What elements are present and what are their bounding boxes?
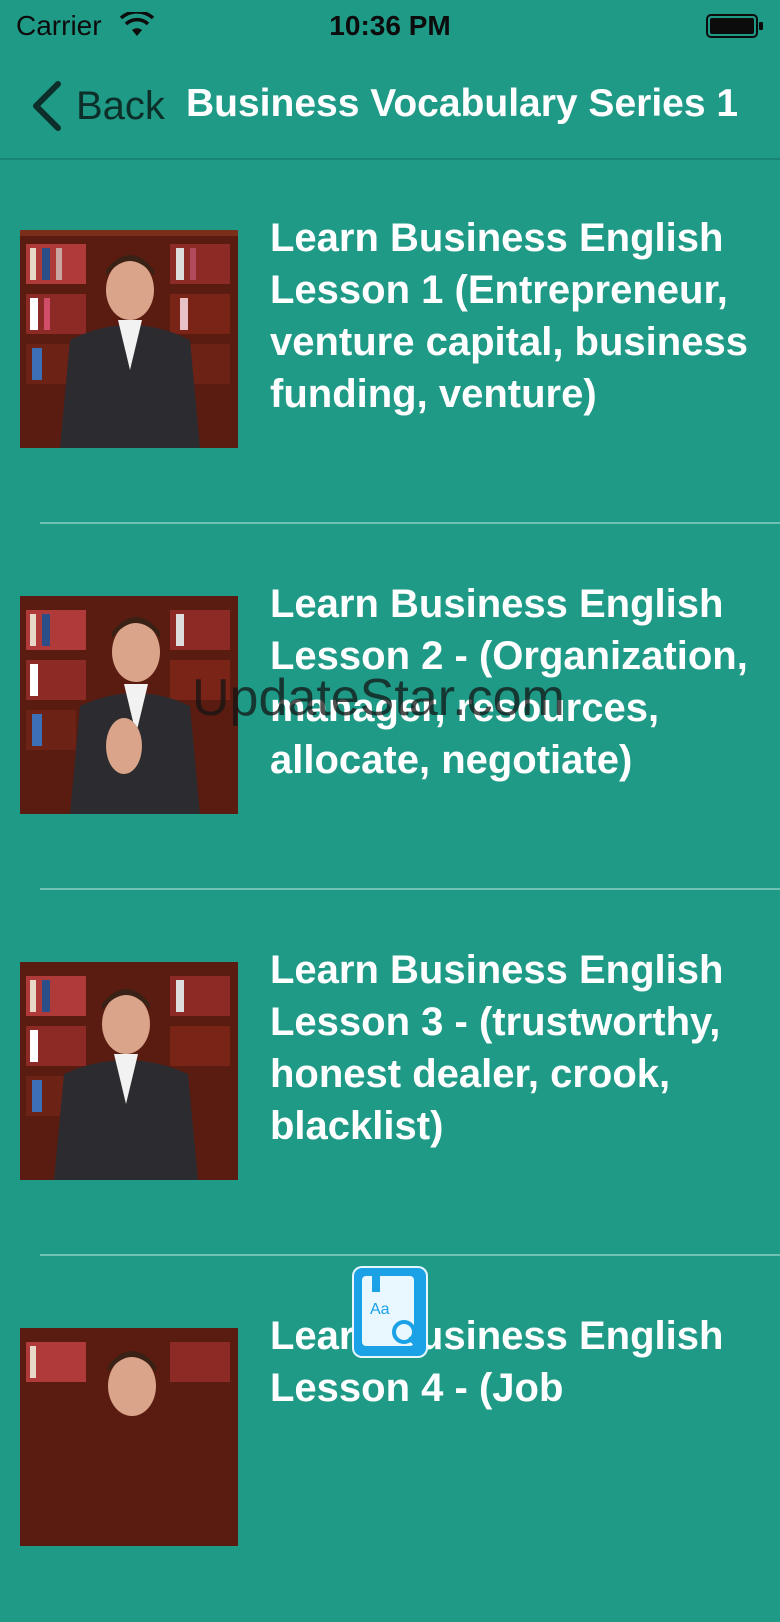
lesson-row[interactable]: Learn Business English Lesson 3 - (trust…	[0, 890, 780, 1256]
navigation-bar: Back Business Vocabulary Series 1	[0, 54, 780, 160]
lesson-title: Learn Business English Lesson 4 - (Job	[270, 1314, 724, 1410]
lesson-thumbnail	[20, 230, 238, 448]
lesson-thumbnail	[20, 962, 238, 1180]
back-button[interactable]: Back	[28, 76, 165, 136]
chevron-left-icon	[33, 81, 61, 131]
dictionary-icon[interactable]: Aa	[352, 1266, 428, 1358]
lesson-row[interactable]: Learn Business English Lesson 2 - (Organ…	[0, 524, 780, 890]
lesson-thumbnail	[20, 596, 238, 814]
lesson-row[interactable]: Learn Business English Lesson 1 (Entrepr…	[0, 158, 780, 524]
battery-icon	[706, 14, 763, 38]
status-time: 10:36 PM	[329, 10, 451, 41]
lesson-thumbnail	[20, 1328, 238, 1546]
lesson-title: Learn Business English Lesson 1 (Entrepr…	[270, 216, 748, 416]
page-title: Business Vocabulary Series 1	[186, 82, 739, 125]
back-label: Back	[76, 83, 165, 128]
lesson-title: Learn Business English Lesson 2 - (Organ…	[270, 582, 748, 782]
svg-text:Aa: Aa	[370, 1301, 390, 1318]
status-bar: Carrier 10:36 PM	[0, 0, 780, 54]
lesson-title: Learn Business English Lesson 3 - (trust…	[270, 948, 724, 1148]
